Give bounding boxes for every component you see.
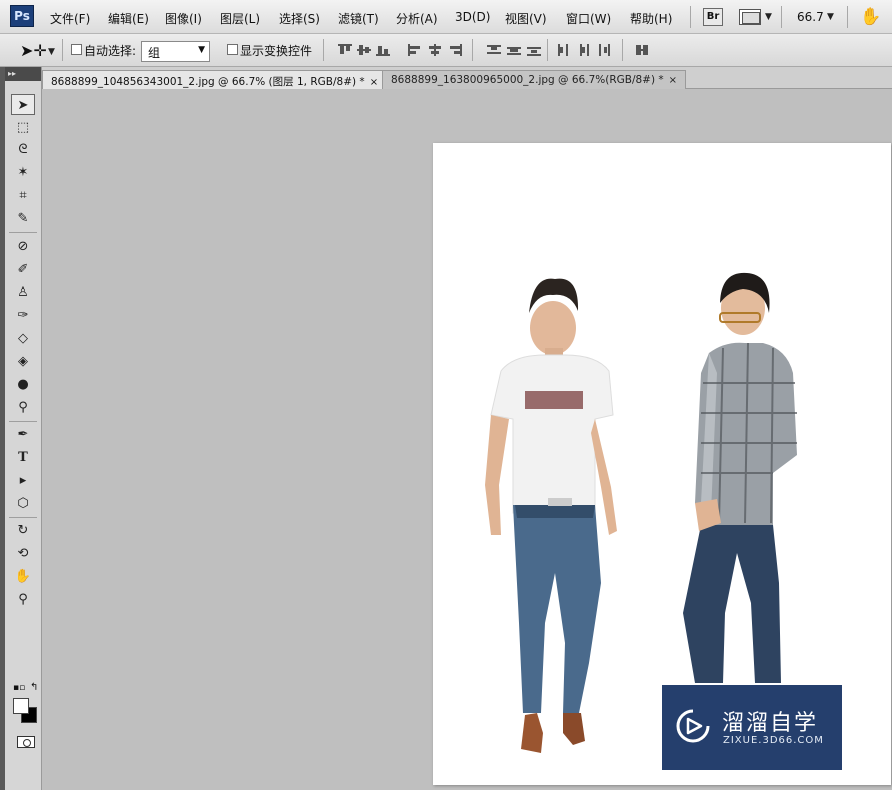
man-plaid-shirt xyxy=(683,272,797,683)
distribute-left-icon[interactable] xyxy=(557,44,571,56)
align-vcenter-icon[interactable] xyxy=(357,44,371,56)
document-tabs: 8688899_104856343001_2.jpg @ 66.7% (图层 1… xyxy=(42,67,892,89)
paint-bucket-tool-icon[interactable]: ◈ xyxy=(11,351,35,372)
zoom-tool-icon[interactable]: ⚲ xyxy=(11,589,35,610)
menu-filter[interactable]: 滤镜(T) xyxy=(338,10,379,27)
options-separator xyxy=(622,39,623,61)
tab-label: 8688899_163800965000_2.jpg @ 66.7%(RGB/8… xyxy=(391,74,664,86)
align-bottom-icon[interactable] xyxy=(376,44,390,56)
auto-select-label: 自动选择: xyxy=(84,44,137,58)
auto-select-dropdown[interactable]: 组 ▼ xyxy=(141,41,210,62)
chevron-down-icon: ▼ xyxy=(198,45,205,55)
3d-rotate-tool-icon[interactable]: ↻ xyxy=(11,520,35,541)
show-transform-checkbox[interactable] xyxy=(227,44,238,55)
toolbox: ▸▸ ➤ ⬚ ᘓ ✶ ⌗ ✎ ⊘ ✐ ♙ ✑ ◇ ◈ ● ⚲ ✒ T ▸ ⬡ ↻… xyxy=(5,67,42,790)
bridge-button[interactable]: Br xyxy=(703,8,723,26)
lasso-tool-icon[interactable]: ᘓ xyxy=(11,139,35,160)
align-top-icon[interactable] xyxy=(338,44,352,56)
pen-tool-icon[interactable]: ✒ xyxy=(11,424,35,445)
menu-bar: Ps 文件(F) 编辑(E) 图像(I) 图层(L) 选择(S) 滤镜(T) 分… xyxy=(0,0,892,34)
menu-separator xyxy=(781,6,782,28)
play-logo-icon xyxy=(676,709,710,743)
menu-select[interactable]: 选择(S) xyxy=(279,10,320,27)
crop-tool-icon[interactable]: ⌗ xyxy=(11,185,35,206)
tab-label: 8688899_104856343001_2.jpg @ 66.7% (图层 1… xyxy=(51,76,365,88)
menu-window[interactable]: 窗口(W) xyxy=(566,10,611,27)
close-icon[interactable]: × xyxy=(669,75,677,86)
watermark-title: 溜溜自学 xyxy=(722,711,819,736)
dodge-tool-icon[interactable]: ⚲ xyxy=(11,397,35,418)
watermark-badge: 溜溜自学 ZIXUE.3D66.COM xyxy=(662,685,842,770)
toolbox-separator xyxy=(9,517,37,518)
distribute-hcenter-icon[interactable] xyxy=(577,44,591,56)
path-selection-tool-icon[interactable]: ▸ xyxy=(11,470,35,491)
menu-separator xyxy=(847,6,848,28)
menu-3d[interactable]: 3D(D) xyxy=(455,10,490,24)
photoshop-logo[interactable]: Ps xyxy=(10,5,34,27)
distribute-right-icon[interactable] xyxy=(597,44,611,56)
show-transform-label: 显示变换控件 xyxy=(240,44,313,58)
menu-image[interactable]: 图像(I) xyxy=(165,10,202,27)
options-separator xyxy=(323,39,324,61)
eraser-tool-icon[interactable]: ◇ xyxy=(11,328,35,349)
menu-separator xyxy=(690,6,691,28)
zoom-level[interactable]: 66.7 xyxy=(797,10,824,24)
menu-file[interactable]: 文件(F) xyxy=(50,10,90,27)
chevron-down-icon[interactable]: ▼ xyxy=(765,12,772,22)
menu-layer[interactable]: 图层(L) xyxy=(220,10,260,27)
align-hcenter-icon[interactable] xyxy=(428,44,442,56)
auto-select-checkbox[interactable] xyxy=(71,44,82,55)
hand-tool-icon[interactable]: ✋ xyxy=(11,566,35,587)
eyedropper-tool-icon[interactable]: ✎ xyxy=(11,208,35,229)
options-separator xyxy=(547,39,548,61)
menu-help[interactable]: 帮助(H) xyxy=(630,10,672,27)
man-white-tshirt xyxy=(485,278,617,753)
menu-view[interactable]: 视图(V) xyxy=(505,10,547,27)
toolbox-collapse-icon[interactable]: ▸▸ xyxy=(5,67,41,81)
distribute-vcenter-icon[interactable] xyxy=(507,44,521,56)
marquee-tool-icon[interactable]: ⬚ xyxy=(11,117,35,138)
brush-tool-icon[interactable]: ✐ xyxy=(11,259,35,280)
screen-mode-icon[interactable] xyxy=(739,9,761,25)
tab-document-1[interactable]: 8688899_104856343001_2.jpg @ 66.7% (图层 1… xyxy=(42,70,388,89)
hand-icon[interactable]: ✋ xyxy=(860,7,881,27)
options-separator xyxy=(472,39,473,61)
toolbox-separator xyxy=(9,421,37,422)
move-tool-icon[interactable]: ➤ xyxy=(11,94,35,115)
distribute-bottom-icon[interactable] xyxy=(527,44,541,56)
foreground-color-swatch[interactable] xyxy=(13,698,29,714)
auto-select-value: 组 xyxy=(148,46,161,60)
move-tool-preset-icon[interactable]: ➤✛ xyxy=(20,41,47,60)
align-right-icon[interactable] xyxy=(448,44,462,56)
shape-tool-icon[interactable]: ⬡ xyxy=(11,493,35,514)
chevron-down-icon[interactable]: ▼ xyxy=(48,47,55,57)
quick-mask-icon[interactable] xyxy=(17,736,35,748)
options-bar: ➤✛ ▼ 自动选择: 组 ▼ 显示变换控件 xyxy=(0,34,892,67)
magic-wand-tool-icon[interactable]: ✶ xyxy=(11,162,35,183)
default-colors-icon[interactable]: ▪▫ xyxy=(13,683,25,693)
3d-orbit-tool-icon[interactable]: ⟲ xyxy=(11,543,35,564)
type-tool-icon[interactable]: T xyxy=(11,447,35,468)
align-left-icon[interactable] xyxy=(408,44,422,56)
blur-tool-icon[interactable]: ● xyxy=(11,374,35,395)
menu-edit[interactable]: 编辑(E) xyxy=(108,10,149,27)
distribute-top-icon[interactable] xyxy=(487,44,501,56)
swap-colors-icon[interactable]: ↰ xyxy=(30,682,38,693)
menu-analysis[interactable]: 分析(A) xyxy=(396,10,438,27)
tab-document-2[interactable]: 8688899_163800965000_2.jpg @ 66.7%(RGB/8… xyxy=(382,70,687,89)
auto-align-layers-icon[interactable] xyxy=(635,44,649,56)
close-icon[interactable]: × xyxy=(370,77,378,88)
clone-stamp-tool-icon[interactable]: ♙ xyxy=(11,282,35,303)
toolbox-separator xyxy=(9,232,37,233)
zoom-dropdown-icon[interactable]: ▼ xyxy=(827,12,834,22)
watermark-subtitle: ZIXUE.3D66.COM xyxy=(723,735,824,746)
options-separator xyxy=(62,39,63,61)
history-brush-tool-icon[interactable]: ✑ xyxy=(11,305,35,326)
healing-brush-tool-icon[interactable]: ⊘ xyxy=(11,236,35,257)
